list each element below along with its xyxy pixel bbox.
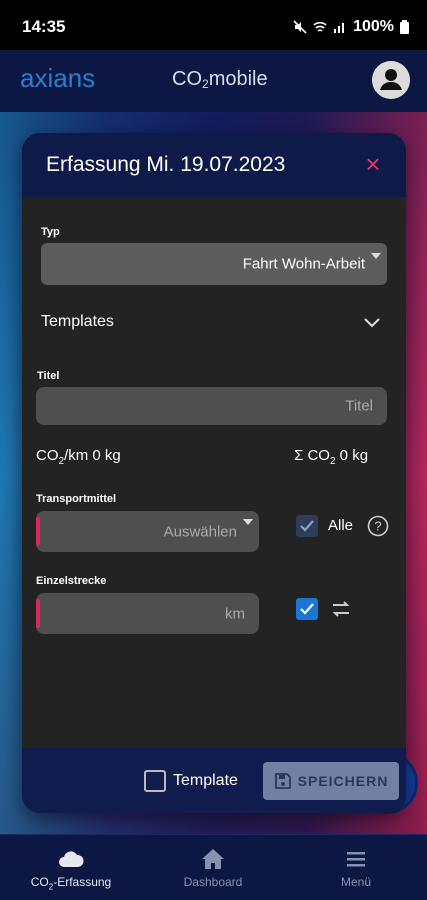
alle-label: Alle [328, 517, 354, 534]
account-icon [372, 61, 410, 99]
transportmittel-placeholder: Auswählen [163, 523, 237, 540]
floppy-disk-icon [274, 773, 291, 789]
status-bar: 14:35 100% [0, 0, 427, 50]
titel-input[interactable]: Titel [36, 387, 387, 425]
nav-co2-erfassung[interactable]: CO2-Erfassung [0, 835, 142, 900]
save-button[interactable]: SPEICHERN [263, 762, 399, 800]
user-avatar[interactable] [372, 61, 410, 99]
transportmittel-select[interactable]: Auswählen [36, 511, 259, 552]
dialog-header: Erfassung Mi. 19.07.2023 × [22, 133, 406, 197]
required-indicator [36, 599, 40, 628]
help-icon[interactable]: ? [367, 515, 389, 537]
svg-text:axians: axians [20, 64, 95, 93]
km-placeholder: km [225, 605, 245, 622]
status-time: 14:35 [22, 17, 66, 36]
bottom-navigation: CO2-Erfassung Dashboard Menü [0, 834, 427, 900]
dropdown-arrow-icon [371, 253, 381, 259]
home-icon [202, 849, 224, 869]
typ-label: Typ [41, 226, 60, 238]
einzelstrecke-label: Einzelstrecke [36, 575, 107, 587]
titel-placeholder: Titel [345, 397, 373, 415]
alle-checkbox[interactable] [296, 515, 318, 537]
checkmark-icon [300, 603, 314, 615]
transportmittel-label: Transportmittel [36, 493, 117, 505]
axians-logo: axians [20, 64, 95, 93]
save-label: SPEICHERN [297, 773, 389, 789]
swap-arrows-icon [332, 601, 350, 617]
dropdown-arrow-icon [243, 519, 253, 525]
co2-per-km: CO2/km 0 kg [36, 447, 121, 467]
nav-dashboard[interactable]: Dashboard [142, 835, 284, 900]
mute-icon [293, 20, 307, 34]
roundtrip-checkbox[interactable] [296, 598, 318, 620]
battery-percent: 100% [353, 18, 394, 35]
status-icons: 100% [293, 18, 409, 36]
dialog-title: Erfassung Mi. 19.07.2023 [46, 153, 286, 176]
svg-text:?: ? [374, 519, 381, 534]
battery-icon [400, 20, 409, 34]
nav-label: Menü [340, 875, 372, 889]
km-input[interactable]: km [36, 593, 259, 634]
nav-label: Dashboard [183, 875, 243, 889]
chevron-down-icon[interactable] [360, 311, 384, 335]
required-indicator [36, 517, 40, 546]
app-header: axians CO2mobile [0, 50, 427, 112]
signal-icon [334, 23, 345, 33]
cloud-icon [59, 851, 84, 867]
hamburger-menu-icon [347, 852, 365, 867]
titel-label: Titel [37, 370, 60, 382]
template-checkbox[interactable] [144, 770, 166, 792]
nav-label: CO2-Erfassung [30, 875, 112, 892]
dialog-footer: Template SPEICHERN [22, 748, 406, 813]
co2-sum: Σ CO2 0 kg [294, 447, 369, 467]
app-title: CO2mobile [172, 68, 268, 91]
nav-menu[interactable]: Menü [285, 835, 427, 900]
typ-value: Fahrt Wohn-Arbeit [242, 255, 365, 273]
erfassung-dialog: Erfassung Mi. 19.07.2023 × Typ Fahrt Woh… [22, 133, 406, 813]
template-label: Template [173, 772, 238, 789]
wifi-icon [313, 21, 327, 32]
close-icon[interactable]: × [362, 151, 384, 177]
templates-label: Templates [41, 313, 114, 330]
typ-select[interactable]: Fahrt Wohn-Arbeit [41, 243, 387, 285]
checkmark-icon [300, 520, 314, 532]
